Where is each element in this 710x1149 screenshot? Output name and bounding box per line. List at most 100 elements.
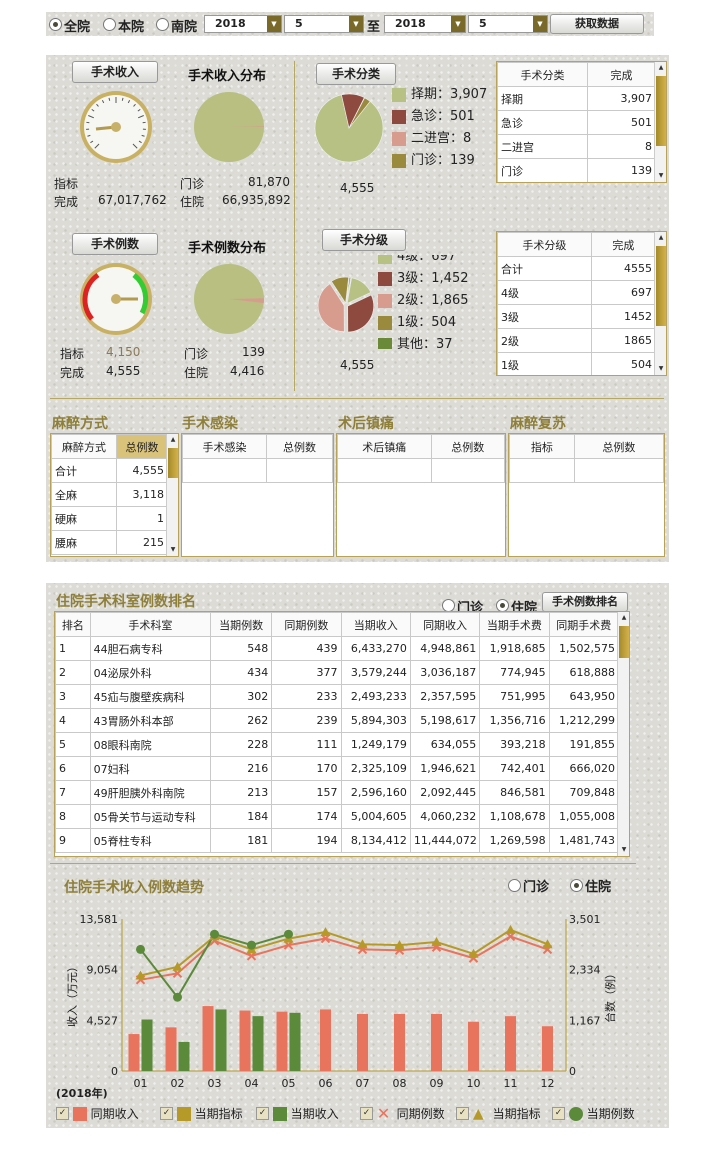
table-row[interactable]: 3 45疝与腹壁疾病科 302 233 2,493,233 2,357,595 751,99… (55, 684, 620, 709)
table-row[interactable]: 6 07妇科 216 170 2,325,109 1,946,621 742,401 666,… (55, 756, 620, 781)
checkbox[interactable]: ✓ (256, 1107, 269, 1120)
analgesia-table[interactable]: 术后镇痛 总例数 (336, 433, 506, 557)
bar-prior-income (276, 1011, 288, 1071)
table-cell: 742,401 (479, 756, 550, 781)
table-row[interactable]: 3级 1452 (497, 304, 657, 329)
bar-prior-income (202, 1006, 214, 1071)
table-row[interactable]: 1 44胆石病专科 548 439 6,433,270 4,948,861 1,918,68… (55, 636, 620, 661)
table-row[interactable]: 合计 4,555 (51, 458, 168, 483)
checkbox[interactable]: ✓ (456, 1107, 469, 1120)
ranking-radio-outpatient[interactable] (442, 598, 455, 612)
chevron-down-icon: ▼ (451, 16, 465, 32)
radio-south-campus[interactable] (156, 17, 169, 31)
table-row[interactable]: 急诊 501 (497, 110, 656, 135)
table-row[interactable]: 4级 697 (497, 280, 657, 305)
legend-item[interactable]: ✓ ✕ 同期例数 (360, 1105, 445, 1122)
count-distribution-pie (194, 264, 264, 334)
column-header[interactable]: 当期收入 (340, 612, 411, 637)
legend-label: 同期收入 (90, 1107, 139, 1121)
column-header[interactable]: 同期例数 (271, 612, 342, 637)
column-header[interactable]: 同期手术费 (548, 612, 620, 637)
x-tick-label: 09 (430, 1077, 444, 1090)
column-header: 总例数 (430, 434, 506, 459)
radio-all[interactable] (49, 17, 62, 31)
legend-item[interactable]: ✓ 同期收入 (56, 1105, 139, 1122)
checkbox[interactable]: ✓ (552, 1107, 565, 1120)
surgery-classification-button[interactable]: 手术分类 (316, 63, 396, 85)
table-cell: 233 (271, 684, 342, 709)
legend-item[interactable]: ✓ 当期收入 (256, 1105, 339, 1122)
table-cell: 191,855 (548, 732, 620, 757)
table-row[interactable]: 合计 4555 (497, 256, 657, 281)
radio-this-campus[interactable] (103, 17, 116, 31)
scrollbar[interactable]: ▲ ▼ (617, 612, 629, 856)
table-row[interactable]: 8 05骨关节与运动专科 184 174 5,004,605 4,060,232 1,108… (55, 804, 620, 829)
count-done-label: 完成 (60, 366, 85, 380)
radio-this-campus-label: 本院 (118, 20, 145, 35)
checkbox[interactable]: ✓ (360, 1107, 373, 1120)
vertical-divider (294, 61, 295, 391)
legend-item[interactable]: ✓ 当期例数 (552, 1105, 635, 1122)
table-row[interactable]: 7 49肝胆胰外科南院 213 157 2,596,160 2,092,445 846,58… (55, 780, 620, 805)
chevron-down-icon: ▼ (533, 16, 547, 32)
checkbox[interactable]: ✓ (56, 1107, 69, 1120)
table-cell: 1,356,716 (479, 708, 550, 733)
legend-label: 当期指标 (194, 1107, 243, 1121)
table-row[interactable]: 门诊 139 (497, 158, 656, 182)
table-row[interactable]: 4 43胃肠外科本部 262 239 5,894,303 5,198,617 1,356,7… (55, 708, 620, 733)
table-row[interactable]: 腰麻 215 (51, 530, 168, 555)
legend-item: 门诊：139 (392, 149, 494, 171)
table-row[interactable]: 2级 1865 (497, 328, 657, 353)
classification-table[interactable]: 手术分类 完成 择期 3,907 急诊 501 二进宫 8 门诊 139 ▲ ▼ (496, 61, 667, 183)
column-header[interactable]: 排名 (55, 612, 91, 637)
legend-label: 当期例数 (586, 1107, 635, 1121)
x-tick-label: 10 (467, 1077, 481, 1090)
y-tick-label: 4,527 (87, 1014, 119, 1027)
surgery-count-button[interactable]: 手术例数 (72, 233, 158, 255)
scrollbar[interactable]: ▲ ▼ (654, 232, 666, 375)
column-header[interactable]: 当期手术费 (479, 612, 550, 637)
table-row[interactable]: 2 04泌尿外科 434 377 3,579,244 3,036,187 774,945 61… (55, 660, 620, 685)
table-row[interactable]: 全麻 3,118 (51, 482, 168, 507)
column-header[interactable]: 手术科室 (89, 612, 212, 637)
trend-radio-outpatient[interactable] (508, 878, 521, 892)
table-cell: 05骨关节与运动专科 (89, 804, 212, 829)
classification-legend: 择期：3,907 急诊：501 二进宫：8 门诊：139 (392, 83, 494, 171)
table-cell: 2,357,595 (409, 684, 481, 709)
table-row[interactable]: 9 05脊柱专科 181 194 8,134,412 11,444,072 1,269,59… (55, 828, 620, 853)
trend-radio-inpatient[interactable] (570, 878, 583, 892)
from-month-select[interactable]: 5 ▼ (284, 15, 364, 33)
anesthesia-table[interactable]: 麻醉方式 总例数 合计 4,555 全麻 3,118 硬麻 1 腰麻 215 ▲ ▼ (50, 433, 179, 557)
to-year-select[interactable]: 2018 ▼ (384, 15, 466, 33)
column-header[interactable]: 同期收入 (409, 612, 481, 637)
x-tick-label: 08 (393, 1077, 407, 1090)
surgery-income-button[interactable]: 手术收入 (72, 61, 158, 83)
table-row[interactable]: 二进宫 8 (497, 134, 656, 159)
x-tick-label: 11 (504, 1077, 518, 1090)
line-current-count (139, 933, 289, 999)
table-cell: 194 (271, 828, 342, 853)
from-year-select[interactable]: 2018 ▼ (204, 15, 282, 33)
ranking-button[interactable]: 手术例数排名 (542, 592, 628, 612)
column-header[interactable]: 当期例数 (210, 612, 273, 637)
fetch-data-button[interactable]: 获取数据 (550, 14, 644, 34)
to-month-select[interactable]: 5 ▼ (468, 15, 548, 33)
table-row[interactable]: 1级 504 (497, 352, 657, 375)
ranking-radio-inpatient[interactable] (496, 598, 509, 612)
table-row[interactable]: 硬麻 1 (51, 506, 168, 531)
scrollbar[interactable]: ▲ ▼ (166, 434, 178, 556)
legend-item[interactable]: ✓ ▲ 当期指标 (456, 1105, 541, 1122)
recovery-table[interactable]: 指标 总例数 (508, 433, 665, 557)
table-row[interactable]: 择期 3,907 (497, 86, 656, 111)
scrollbar[interactable]: ▲ ▼ (654, 62, 666, 182)
ranking-table[interactable]: 排名 手术科室 当期例数 同期例数 当期收入 同期收入 当期手术费 同期手术费 1 44胆石病专… (54, 611, 630, 857)
table-cell: 5,198,617 (409, 708, 481, 733)
legend-item[interactable]: ✓ 当期指标 (160, 1105, 243, 1122)
table-row[interactable]: 5 08眼科南院 228 111 1,249,179 634,055 393,218 191,… (55, 732, 620, 757)
surgery-grading-button[interactable]: 手术分级 (322, 229, 406, 251)
checkbox[interactable]: ✓ (160, 1107, 173, 1120)
infection-table[interactable]: 手术感染 总例数 (181, 433, 334, 557)
trend-radio-inpatient-label: 住院 (585, 880, 612, 895)
grading-table[interactable]: 手术分级 完成 合计 4555 4级 697 3级 1452 2级 1865 1级 504 … (496, 231, 667, 376)
legend-item: 其他：37 (378, 333, 486, 349)
